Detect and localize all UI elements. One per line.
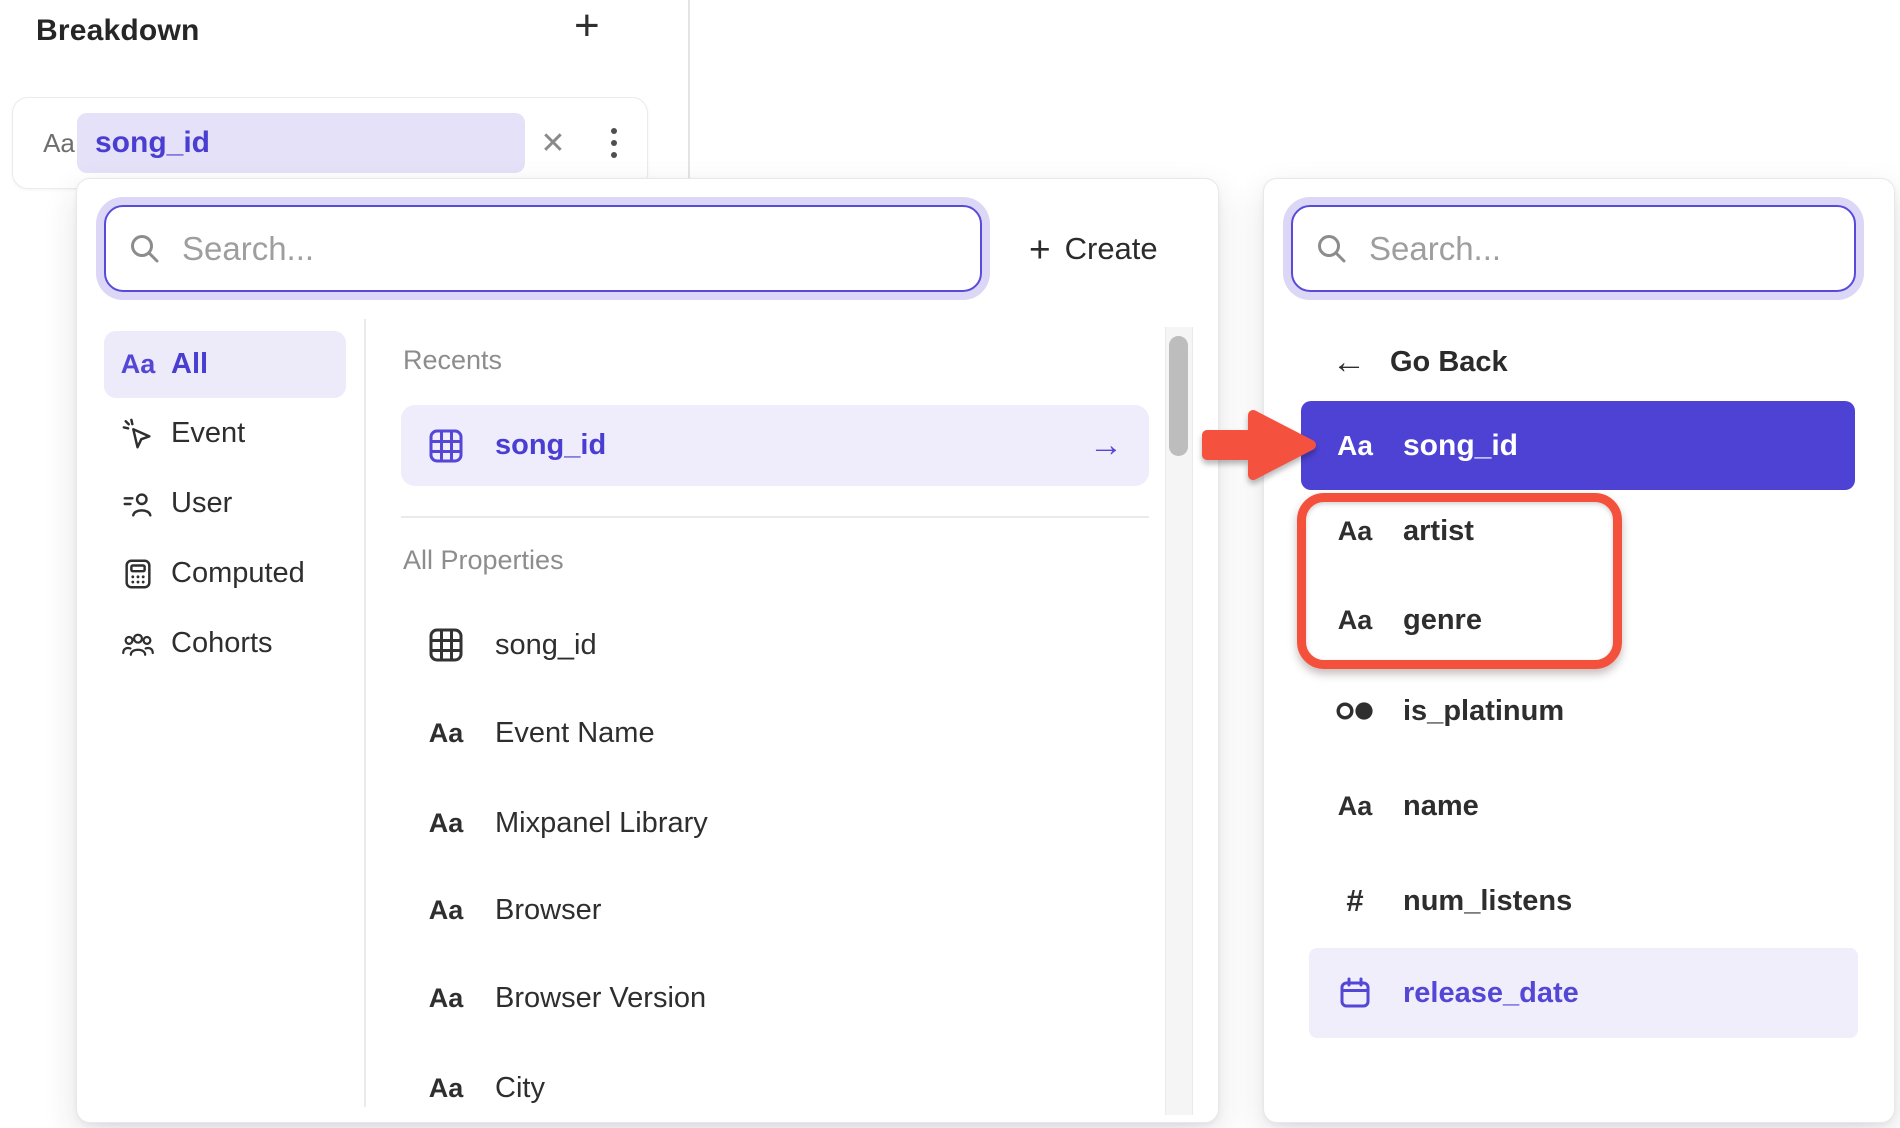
property-item-song-id[interactable]: song_id [401,608,1149,682]
text-type-icon: Aa [427,808,465,839]
people-group-icon [121,627,155,661]
property-item-num-listens[interactable]: # num_listens [1301,866,1855,936]
property-item-song-id-selected[interactable]: Aa song_id [1301,401,1855,490]
remove-breakdown-button[interactable]: ✕ [529,98,577,188]
go-back-button[interactable]: ← Go Back [1332,337,1508,387]
property-item-browser[interactable]: Aa Browser [401,873,1149,947]
category-tab-event[interactable]: Event [104,400,346,467]
annotation-red-arrow-icon [1193,403,1323,487]
search-icon [1315,232,1349,266]
text-type-icon: Aa [1335,430,1375,462]
property-item-city[interactable]: Aa City [401,1051,1149,1125]
text-type-icon: Aa [427,983,465,1014]
text-type-icon: Aa [427,1073,465,1104]
search-field-halo [96,197,990,300]
property-item-browser-version[interactable]: Aa Browser Version [401,961,1149,1035]
event-cursor-icon [121,416,155,452]
text-type-icon: Aa [121,349,155,380]
property-item-name[interactable]: Aa name [1301,771,1855,841]
scrollbar-thumb[interactable] [1169,336,1188,456]
calendar-icon [1335,976,1375,1010]
add-breakdown-button[interactable]: + [574,4,600,48]
kebab-menu-icon[interactable] [593,98,635,188]
table-grid-icon [427,428,465,464]
search-input[interactable] [180,229,958,269]
user-profile-icon [121,486,155,522]
recent-property-song-id[interactable]: song_id → [401,405,1149,486]
sidebar-divider [364,319,366,1107]
property-picker-panel: + Create Aa All Event User [76,178,1219,1123]
property-detail-panel: ← Go Back Aa song_id Aa artist Aa genre … [1263,178,1895,1123]
property-item-mixpanel-library[interactable]: Aa Mixpanel Library [401,786,1149,860]
text-type-icon: Aa [427,895,465,926]
category-tab-all[interactable]: Aa All [104,331,346,398]
calculator-icon [121,556,155,592]
category-tab-cohorts[interactable]: Cohorts [104,610,346,677]
app-panel-divider [688,0,690,179]
create-property-button[interactable]: + Create [1029,227,1158,271]
breakdown-chip[interactable]: Aa song_id ✕ [12,97,648,189]
text-type-icon: Aa [37,98,81,188]
text-type-icon: Aa [1335,791,1375,822]
all-properties-header: All Properties [403,545,564,576]
number-type-icon: # [1335,883,1375,919]
category-tab-user[interactable]: User [104,470,346,537]
property-item-genre[interactable]: Aa genre [1301,585,1855,655]
recents-header: Recents [403,345,502,376]
property-item-release-date[interactable]: release_date [1309,948,1858,1038]
property-item-artist[interactable]: Aa artist [1301,496,1855,566]
text-type-icon: Aa [1335,516,1375,547]
text-type-icon: Aa [1335,605,1375,636]
search-input[interactable] [1367,229,1832,269]
boolean-type-icon [1335,699,1375,723]
drilldown-arrow-icon[interactable]: → [1089,426,1123,465]
back-arrow-icon: ← [1332,343,1366,382]
breakdown-chip-value[interactable]: song_id [77,113,525,173]
plus-icon: + [1029,231,1051,268]
table-grid-icon [427,627,465,663]
breakdown-section-title: Breakdown [36,14,200,48]
property-item-event-name[interactable]: Aa Event Name [401,696,1149,770]
search-field-halo [1283,197,1864,300]
search-icon [128,232,162,266]
section-divider [401,516,1149,518]
property-item-is-platinum[interactable]: is_platinum [1301,676,1855,746]
text-type-icon: Aa [427,718,465,749]
category-tab-computed[interactable]: Computed [104,540,346,607]
